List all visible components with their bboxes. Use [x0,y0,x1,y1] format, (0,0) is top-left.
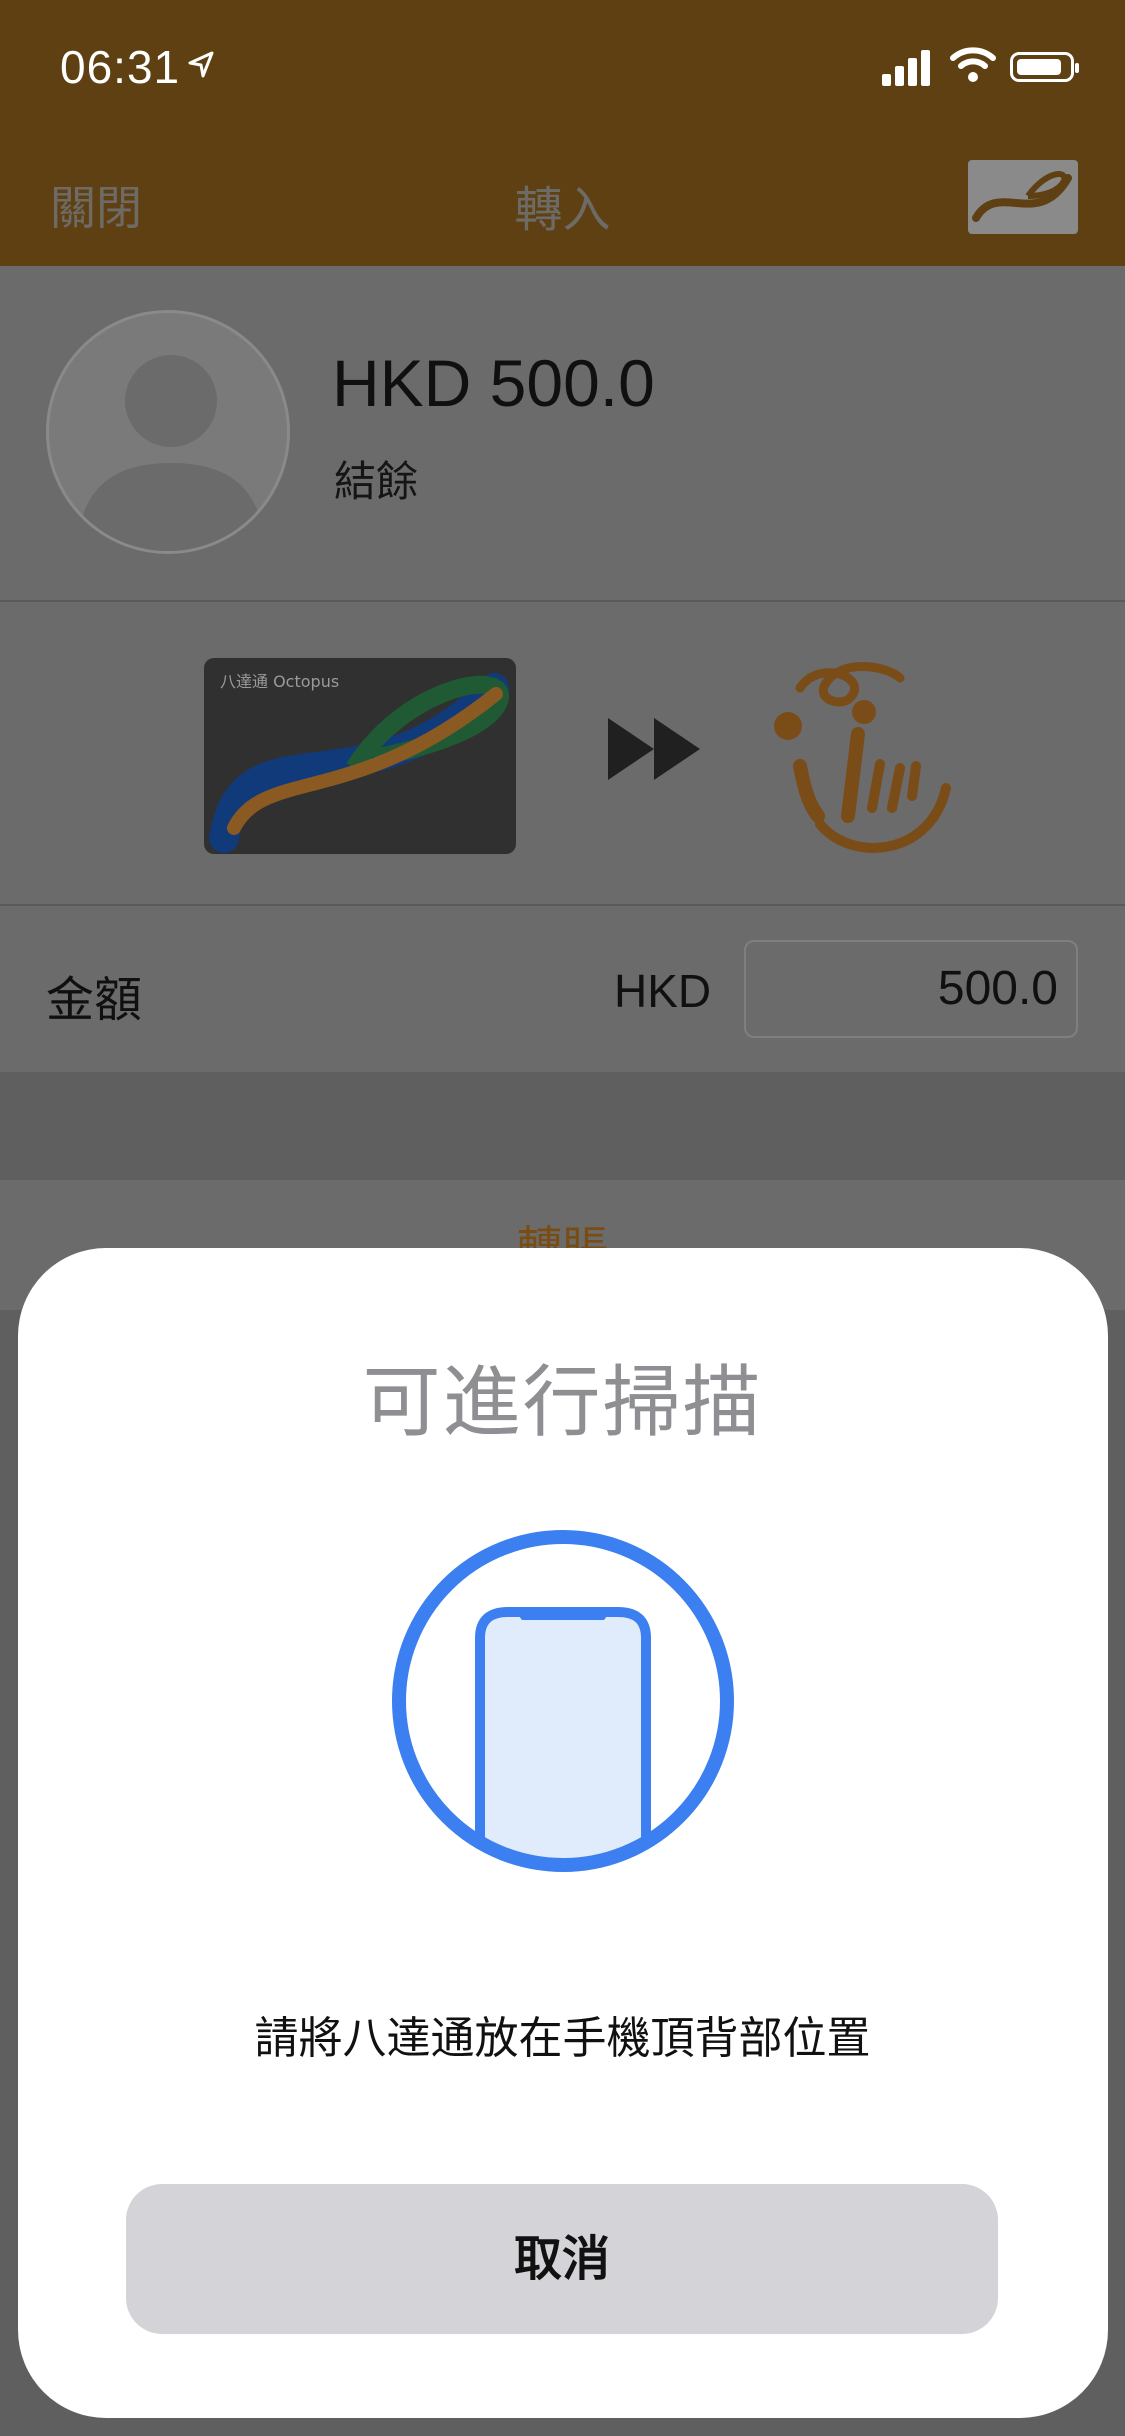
cancel-button[interactable]: 取消 [126,2184,998,2334]
battery-icon [1010,52,1079,82]
fast-forward-icon [608,714,704,784]
amount-label: 金額 [46,972,143,1028]
avatar [46,310,290,554]
balance-label: 結餘 [334,457,419,506]
page-title: 轉入 [514,182,611,238]
spacer [0,1072,1125,1180]
wifi-icon [950,44,996,84]
status-time: 06:31 [60,41,181,93]
cellular-signal-icon [882,48,934,86]
balance-amount: HKD 500.0 [332,346,655,420]
octopus-card-image: 八達通 Octopus [204,658,516,854]
sheet-title: 可進行掃描 [362,1358,763,1448]
location-arrow-icon [186,48,216,88]
phone-scan-icon [390,1528,736,1874]
amount-input[interactable]: 500.0 [744,940,1078,1038]
currency-label: HKD [614,965,712,1017]
octopus-mascot-icon [760,648,960,862]
card-label: 八達通 Octopus [220,672,340,691]
octopus-logo-icon[interactable] [968,160,1078,234]
scan-instruction: 請將八達通放在手機頂背部位置 [254,2013,871,2064]
